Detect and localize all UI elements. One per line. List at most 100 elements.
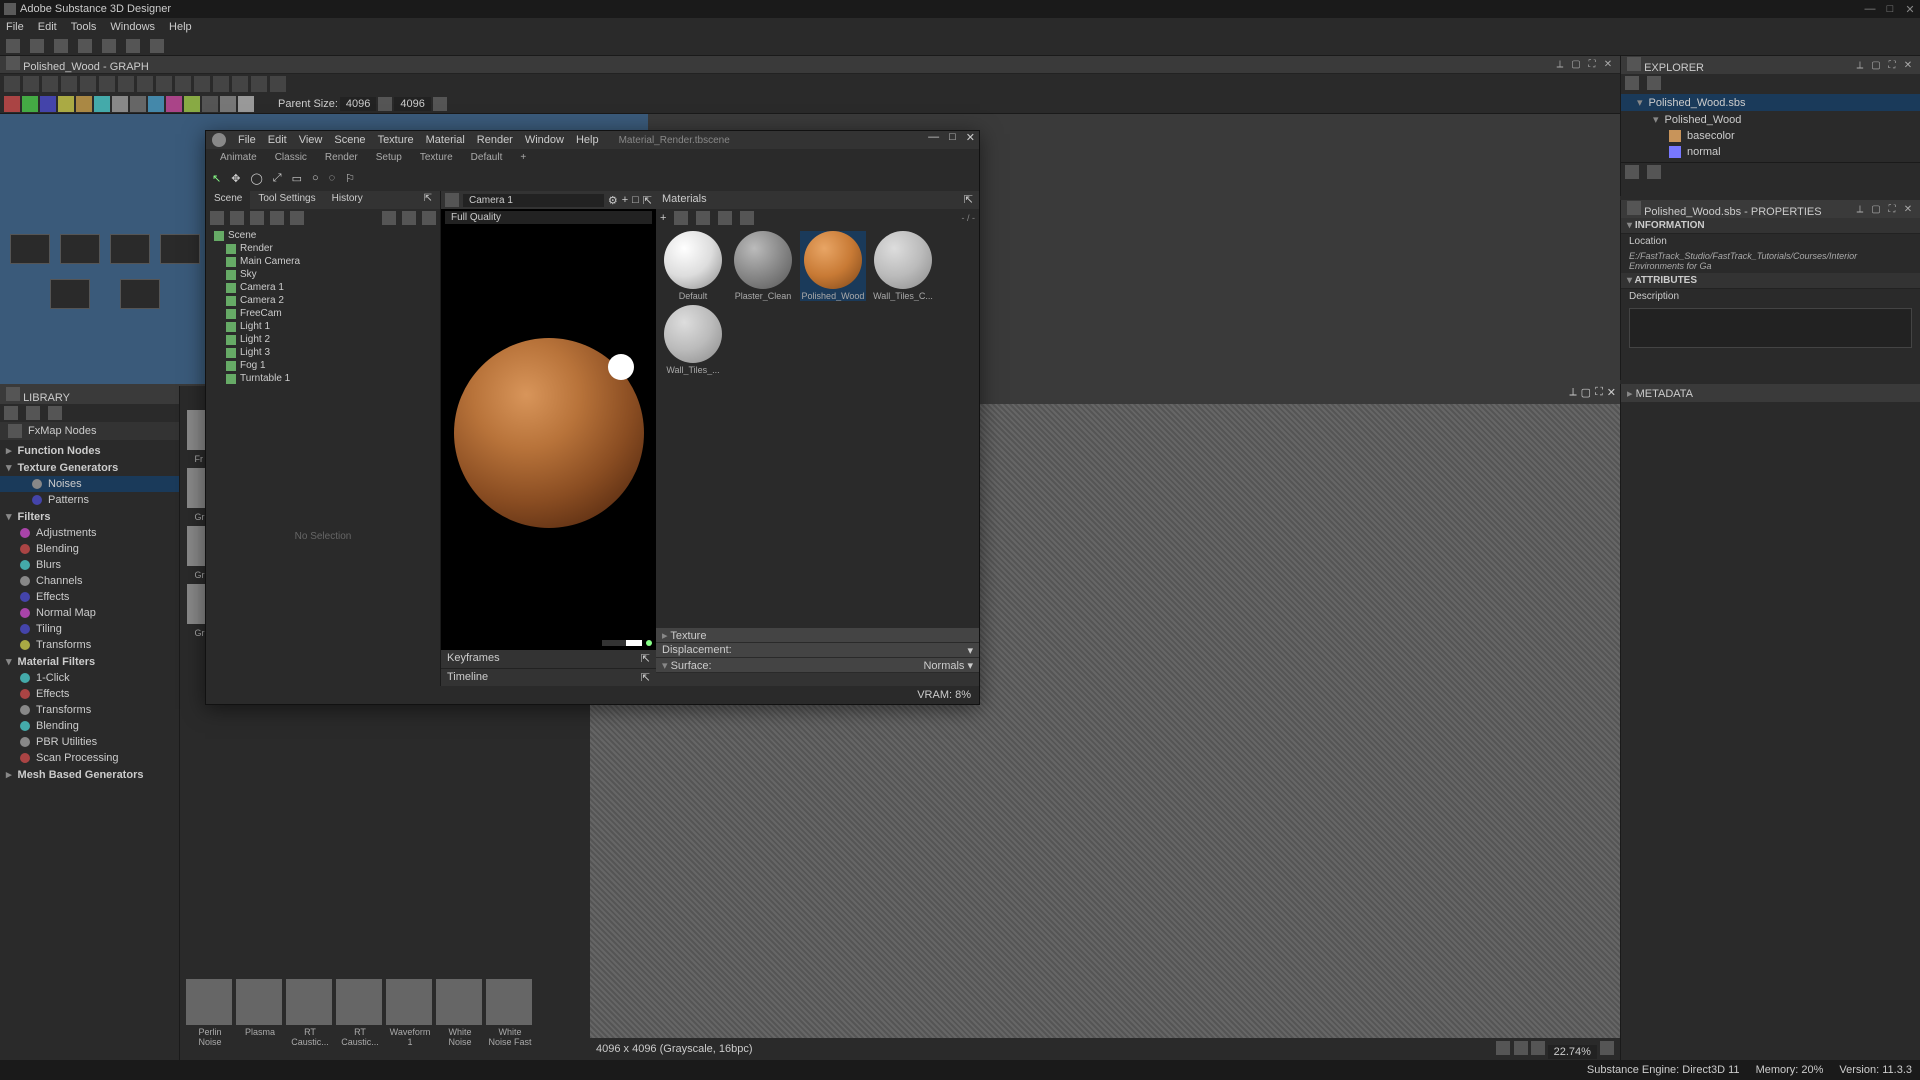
texture-section[interactable]: Texture bbox=[662, 629, 706, 641]
lock-icon[interactable] bbox=[1600, 1041, 1614, 1055]
scene-tree-item[interactable]: Light 2 bbox=[206, 333, 440, 346]
tool-icon[interactable] bbox=[175, 76, 191, 92]
material-item[interactable]: Plaster_Clean bbox=[730, 231, 796, 301]
view-icon[interactable] bbox=[1531, 1041, 1545, 1055]
noise-thumb[interactable]: Perlin Noise bbox=[186, 979, 234, 1056]
lib-expand-icon[interactable] bbox=[4, 406, 18, 420]
panel-min-icon[interactable]: ▢ bbox=[1570, 59, 1582, 71]
atomic-node-icon[interactable] bbox=[148, 96, 164, 112]
box-icon[interactable]: □ bbox=[632, 194, 639, 206]
lib-search-icon[interactable] bbox=[26, 406, 40, 420]
new-icon[interactable] bbox=[6, 39, 20, 53]
scene-tree-item[interactable]: Sky bbox=[206, 268, 440, 281]
add-mat-icon[interactable]: + bbox=[660, 212, 666, 224]
scene-tool-icon[interactable] bbox=[290, 211, 304, 225]
mt-menu-help[interactable]: Help bbox=[576, 134, 599, 146]
library-item[interactable]: 1-Click bbox=[0, 670, 179, 686]
scene-tree-item[interactable]: Fog 1 bbox=[206, 359, 440, 372]
rotate-tool-icon[interactable]: ◯ bbox=[250, 172, 262, 185]
circle-tool-icon[interactable]: ○ bbox=[312, 172, 319, 184]
add-icon[interactable]: + bbox=[622, 194, 628, 206]
material-item[interactable]: Polished_Wood bbox=[800, 231, 866, 301]
exp-info-icon[interactable] bbox=[1647, 165, 1661, 179]
reload-icon[interactable] bbox=[54, 39, 68, 53]
tab-texture[interactable]: Texture bbox=[412, 151, 461, 164]
scale-tool-icon[interactable]: ⤢ bbox=[273, 172, 282, 185]
scene-tree-item[interactable]: Light 3 bbox=[206, 346, 440, 359]
popout-icon[interactable]: ⇱ bbox=[641, 652, 650, 666]
tool-icon[interactable] bbox=[156, 76, 172, 92]
pin-icon[interactable]: ⟂ bbox=[1854, 59, 1866, 71]
fxmap-label[interactable]: FxMap Nodes bbox=[28, 425, 96, 437]
tool-icon[interactable] bbox=[137, 76, 153, 92]
mt-menu-material[interactable]: Material bbox=[426, 134, 465, 146]
size1-select[interactable]: 4096 bbox=[340, 97, 376, 111]
close-icon[interactable]: ✕ bbox=[1900, 0, 1920, 18]
explorer-item[interactable]: Polished_Wood bbox=[1621, 111, 1920, 128]
noise-thumb[interactable]: RT Caustic... bbox=[336, 979, 384, 1056]
grid-icon[interactable] bbox=[696, 211, 710, 225]
explorer-item[interactable]: Polished_Wood.sbs bbox=[1621, 94, 1920, 111]
noise-thumb[interactable]: Plasma bbox=[236, 979, 284, 1056]
menu-tools[interactable]: Tools bbox=[71, 21, 97, 33]
scene-tool-icon[interactable] bbox=[270, 211, 284, 225]
tab-add[interactable]: + bbox=[512, 151, 534, 164]
mt-menu-render[interactable]: Render bbox=[477, 134, 513, 146]
atomic-node-icon[interactable] bbox=[76, 96, 92, 112]
zoom-value[interactable]: 22.74% bbox=[1548, 1045, 1597, 1059]
material-item[interactable]: Wall_Tiles_C... bbox=[870, 231, 936, 301]
refresh-icon[interactable] bbox=[378, 97, 392, 111]
tool-settings-tab[interactable]: Tool Settings bbox=[250, 191, 323, 209]
timeline-label[interactable]: Timeline bbox=[447, 671, 488, 684]
scene-tree-item[interactable]: FreeCam bbox=[206, 307, 440, 320]
refresh-mat-icon[interactable] bbox=[674, 211, 688, 225]
graph-node[interactable] bbox=[60, 234, 100, 264]
minimize-icon[interactable]: — bbox=[1860, 0, 1880, 18]
atomic-node-icon[interactable] bbox=[22, 96, 38, 112]
panel-close-icon[interactable]: ✕ bbox=[1607, 386, 1616, 404]
camera-icon[interactable] bbox=[445, 193, 459, 207]
tool-icon[interactable] bbox=[61, 76, 77, 92]
slider[interactable] bbox=[602, 640, 642, 646]
menu-windows[interactable]: Windows bbox=[110, 21, 155, 33]
trash-icon[interactable] bbox=[422, 211, 436, 225]
tool-icon[interactable] bbox=[194, 76, 210, 92]
rect-tool-icon[interactable]: ▭ bbox=[292, 172, 302, 185]
library-item[interactable]: Texture Generators bbox=[0, 459, 179, 476]
trash-icon[interactable] bbox=[740, 211, 754, 225]
library-item[interactable]: Tiling bbox=[0, 621, 179, 637]
atomic-node-icon[interactable] bbox=[112, 96, 128, 112]
tab-render[interactable]: Render bbox=[317, 151, 366, 164]
noise-thumb[interactable]: White Noise Fast bbox=[486, 979, 534, 1056]
popout-icon[interactable]: ⇱ bbox=[964, 193, 973, 207]
scene-tree-item[interactable]: Light 1 bbox=[206, 320, 440, 333]
scene-tree-item[interactable]: Render bbox=[206, 242, 440, 255]
atomic-node-icon[interactable] bbox=[130, 96, 146, 112]
scene-tool-icon[interactable] bbox=[230, 211, 244, 225]
history-tab[interactable]: History bbox=[324, 191, 371, 209]
atomic-node-icon[interactable] bbox=[220, 96, 236, 112]
explorer-item[interactable]: basecolor bbox=[1621, 128, 1920, 144]
pin-icon[interactable]: ⟂ bbox=[1569, 386, 1576, 404]
graph-node[interactable] bbox=[110, 234, 150, 264]
tool-icon[interactable] bbox=[99, 76, 115, 92]
panel-close-icon[interactable]: ✕ bbox=[1602, 59, 1614, 71]
scene-tab[interactable]: Scene bbox=[206, 191, 250, 209]
tab-default[interactable]: Default bbox=[463, 151, 511, 164]
refresh2-icon[interactable] bbox=[433, 97, 447, 111]
noise-thumb[interactable]: White Noise bbox=[436, 979, 484, 1056]
attributes-section[interactable]: ATTRIBUTES bbox=[1621, 273, 1920, 289]
panel-min-icon[interactable]: ▢ bbox=[1870, 59, 1882, 71]
library-item[interactable]: Mesh Based Generators bbox=[0, 766, 179, 783]
tab-classic[interactable]: Classic bbox=[267, 151, 315, 164]
tool-icon[interactable] bbox=[80, 76, 96, 92]
surface-label[interactable]: Surface: bbox=[662, 659, 712, 671]
library-item[interactable]: Effects bbox=[0, 589, 179, 605]
folder-icon[interactable] bbox=[78, 39, 92, 53]
library-item[interactable]: Function Nodes bbox=[0, 442, 179, 459]
metadata-title[interactable]: METADATA bbox=[1636, 388, 1693, 400]
redo-icon[interactable] bbox=[150, 39, 164, 53]
size2-select[interactable]: 4096 bbox=[394, 97, 430, 111]
view-icon[interactable] bbox=[1514, 1041, 1528, 1055]
scene-tool-icon[interactable] bbox=[210, 211, 224, 225]
